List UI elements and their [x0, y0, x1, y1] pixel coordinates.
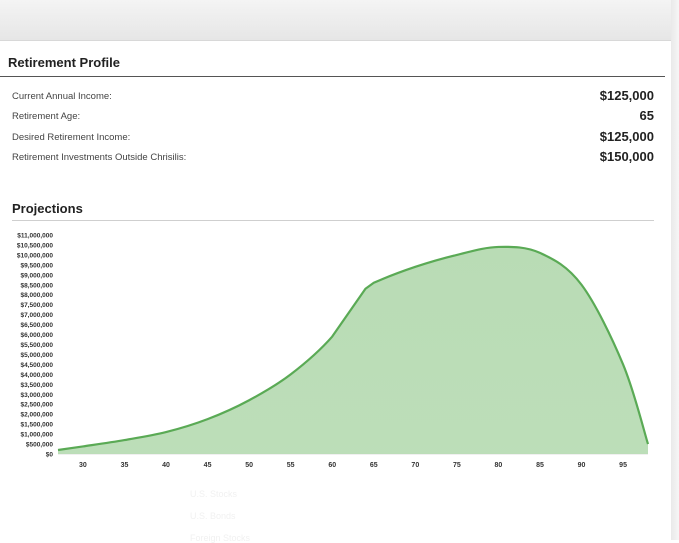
x-tick-label: 80 — [495, 462, 503, 469]
x-tick-label: 90 — [578, 462, 586, 469]
x-tick-label: 85 — [536, 462, 544, 469]
x-tick-label: 30 — [79, 462, 87, 469]
y-tick-label: $4,000,000 — [20, 372, 53, 379]
profile-row-value: $150,000 — [599, 149, 654, 164]
profile-row-retirement-age: Retirement Age: 65 — [12, 108, 654, 126]
profile-row-label: Retirement Investments Outside Chrisilis… — [12, 152, 187, 163]
profile-row-label: Retirement Age: — [12, 111, 81, 122]
x-tick-label: 95 — [619, 462, 627, 469]
y-tick-label: $10,000,000 — [17, 252, 54, 259]
profile-row-outside-investments: Retirement Investments Outside Chrisilis… — [12, 149, 654, 167]
y-tick-label: $3,500,000 — [20, 382, 53, 389]
y-tick-label: $1,000,000 — [20, 432, 53, 439]
y-tick-label: $7,500,000 — [20, 302, 53, 309]
ghost-legend-label: U.S. Stocks — [190, 489, 238, 499]
x-tick-label: 60 — [328, 462, 336, 469]
x-tick-label: 55 — [287, 462, 295, 469]
profile-row-desired-income: Desired Retirement Income: $125,000 — [12, 129, 654, 147]
projection-area — [58, 246, 648, 454]
y-tick-label: $2,000,000 — [20, 412, 53, 419]
retirement-profile-title: Retirement Profile — [8, 55, 120, 70]
ghost-legend-label: U.S. Bonds — [190, 511, 236, 521]
projections-chart: $0 $500,000 $1,000,000 $1,500,000 $2,000,000… — [17, 233, 650, 469]
y-tick-label: $11,000,000 — [17, 233, 53, 240]
y-tick-label: $3,000,000 — [20, 392, 53, 399]
y-tick-label: $0 — [46, 452, 54, 459]
x-tick-label: 75 — [453, 462, 461, 469]
y-tick-label: $5,500,000 — [20, 342, 53, 349]
y-tick-label: $7,000,000 — [20, 312, 53, 319]
x-tick-label: 65 — [370, 462, 378, 469]
ghost-legend-label: Foreign Stocks — [190, 533, 251, 543]
profile-row-current-income: Current Annual Income: $125,000 — [12, 88, 654, 106]
profile-row-value: $125,000 — [599, 129, 654, 144]
y-tick-label: $8,000,000 — [20, 292, 53, 299]
y-tick-label: $1,500,000 — [20, 422, 53, 429]
y-tick-label: $6,500,000 — [20, 322, 53, 329]
projections-title: Projections — [12, 201, 83, 216]
profile-row-value: 65 — [639, 108, 654, 123]
profile-row-value: $125,000 — [599, 88, 654, 103]
y-tick-label: $10,500,000 — [17, 242, 54, 249]
profile-row-label: Current Annual Income: — [12, 91, 112, 102]
x-tick-label: 50 — [245, 462, 253, 469]
x-tick-label: 70 — [411, 462, 419, 469]
x-tick-label: 35 — [121, 462, 129, 469]
y-tick-label: $2,500,000 — [20, 402, 53, 409]
section-divider — [0, 76, 665, 77]
y-tick-label: $9,000,000 — [20, 272, 53, 279]
y-tick-label: $5,000,000 — [20, 352, 53, 359]
y-tick-label: $4,500,000 — [20, 362, 53, 369]
x-tick-label: 45 — [204, 462, 212, 469]
top-toolbar — [0, 0, 671, 41]
y-tick-label: $500,000 — [26, 442, 53, 449]
y-tick-label: $9,500,000 — [20, 262, 53, 269]
projections-divider — [12, 220, 654, 221]
y-tick-label: $6,000,000 — [20, 332, 53, 339]
profile-row-label: Desired Retirement Income: — [12, 132, 131, 143]
y-tick-label: $8,500,000 — [20, 282, 53, 289]
x-tick-label: 40 — [162, 462, 170, 469]
